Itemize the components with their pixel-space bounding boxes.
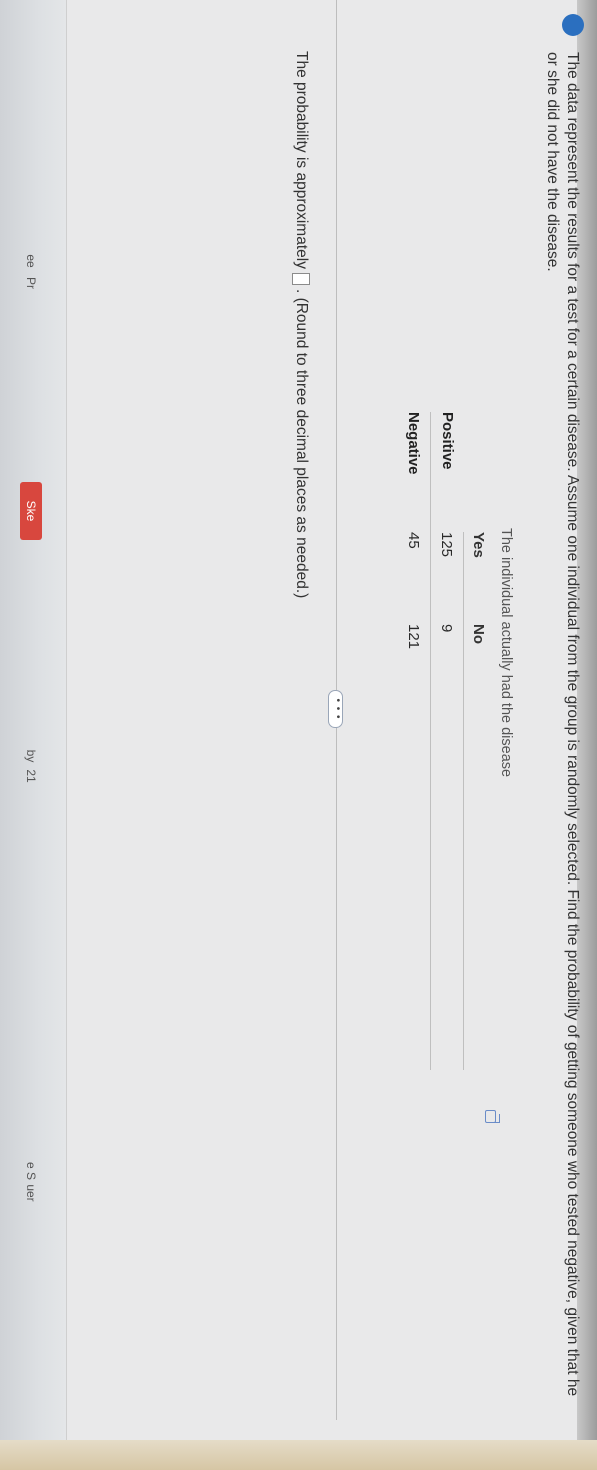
table-caption: The individual actually had the disease (498, 528, 514, 778)
answer-input[interactable] (292, 272, 310, 285)
sidebar-item[interactable]: uer (20, 1164, 42, 1222)
table-row: Negative 45 121 (398, 412, 431, 1070)
answer-prefix: The probability is approximately (293, 51, 310, 269)
data-table: Yes No Positive 125 9 Negative 45 121 (398, 412, 494, 1070)
question-text: The data represent the results for a tes… (544, 52, 581, 1397)
table-cell: 45 (405, 532, 423, 549)
answer-row: The probability is approximately . (Roun… (292, 51, 310, 598)
row-label: Negative (405, 412, 423, 475)
table-row: Positive 125 9 (430, 412, 464, 1070)
copy-icon[interactable] (485, 1110, 496, 1123)
sidebar-item[interactable]: 21 (20, 747, 42, 805)
more-button[interactable]: • • • (328, 690, 343, 728)
question-panel: The data represent the results for a tes… (60, 0, 597, 1420)
screen-bezel (0, 1440, 597, 1470)
answer-suffix: . (Round to three decimal places as need… (293, 288, 310, 599)
sidebar-item[interactable]: Pr (20, 254, 42, 312)
table-cell: 121 (405, 624, 423, 650)
question-status-icon (562, 14, 584, 36)
left-sidebar-strip: ee Pr Ske by 21 e S uer (0, 0, 67, 1470)
column-header-yes: Yes (463, 532, 494, 624)
row-label: Positive (430, 412, 464, 532)
table-cell: 9 (430, 624, 464, 750)
column-header-no: No (463, 624, 494, 750)
sidebar-badge[interactable]: Ske (20, 482, 42, 540)
table-cell: 125 (430, 532, 464, 624)
